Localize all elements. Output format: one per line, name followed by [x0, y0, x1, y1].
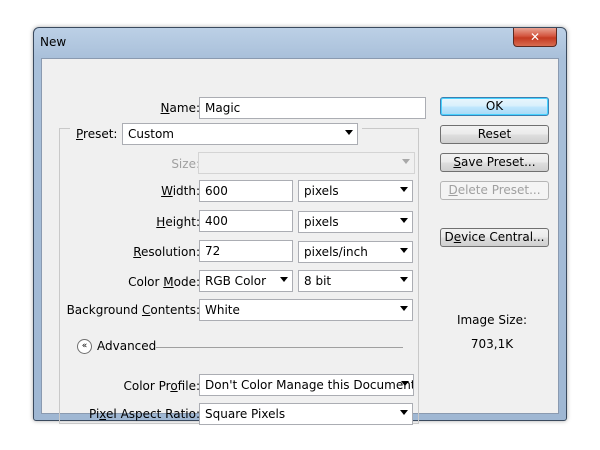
height-label: Height:: [156, 215, 200, 229]
chevron-down-icon: [400, 306, 408, 311]
close-button[interactable]: ✕: [513, 28, 557, 47]
chevron-down-icon: [400, 248, 408, 253]
preset-label: Preset:: [76, 127, 118, 141]
size-select: [198, 152, 415, 174]
color-profile-select[interactable]: Don't Color Manage this Document: [199, 374, 414, 396]
width-unit-select[interactable]: pixels: [298, 180, 413, 202]
chevron-down-icon: [400, 218, 408, 223]
chevron-down-icon: [400, 410, 408, 415]
device-central-button[interactable]: Device Central...: [440, 228, 549, 247]
color-profile-value: Don't Color Manage this Document: [205, 378, 414, 392]
width-label: Width:: [161, 184, 200, 198]
chevron-down-icon: [402, 159, 410, 164]
resolution-unit-value: pixels/inch: [304, 245, 368, 259]
color-mode-value: RGB Color: [205, 274, 267, 288]
color-mode-label: Color Mode:: [128, 275, 200, 289]
width-unit-value: pixels: [304, 184, 339, 198]
new-document-dialog: New ✕ Name: Magic Preset: Custom Size: W…: [33, 27, 567, 425]
close-icon: ✕: [529, 30, 541, 44]
resolution-unit-select[interactable]: pixels/inch: [298, 241, 413, 263]
bit-depth-select[interactable]: 8 bit: [298, 270, 413, 292]
image-size-label: Image Size:: [456, 313, 528, 327]
chevron-down-icon: [400, 277, 408, 282]
preset-value: Custom: [128, 127, 174, 141]
advanced-label[interactable]: Advanced: [97, 339, 156, 353]
window-title: New: [40, 35, 67, 49]
delete-preset-button: Delete Preset...: [440, 181, 549, 200]
resolution-input[interactable]: 72: [199, 240, 293, 262]
pixel-aspect-ratio-label: Pixel Aspect Ratio:: [88, 407, 200, 421]
background-contents-label: Background Contents:: [66, 303, 200, 317]
chevron-down-icon: [345, 130, 353, 135]
pixel-aspect-ratio-value: Square Pixels: [205, 407, 286, 421]
save-preset-button[interactable]: Save Preset...: [440, 153, 549, 172]
chevron-down-icon: [401, 381, 409, 386]
chevron-down-icon: [280, 277, 288, 282]
color-mode-select[interactable]: RGB Color: [199, 270, 293, 292]
color-profile-label: Color Profile:: [123, 379, 200, 393]
pixel-aspect-ratio-select[interactable]: Square Pixels: [199, 403, 413, 425]
image-size-value: 703,1K: [470, 337, 514, 351]
collapse-icon[interactable]: «: [77, 339, 92, 354]
background-contents-value: White: [205, 303, 240, 317]
reset-button[interactable]: Reset: [440, 125, 549, 144]
height-input[interactable]: 400: [199, 210, 293, 232]
name-label: Name:: [160, 101, 200, 115]
name-input[interactable]: Magic: [199, 97, 426, 119]
preset-select[interactable]: Custom: [122, 123, 358, 145]
height-unit-value: pixels: [304, 215, 339, 229]
ok-button[interactable]: OK: [440, 97, 549, 116]
advanced-separator: [156, 347, 403, 348]
size-label: Size:: [171, 157, 200, 171]
bit-depth-value: 8 bit: [304, 274, 332, 288]
resolution-label: Resolution:: [133, 245, 200, 259]
chevron-down-icon: [400, 187, 408, 192]
background-contents-select[interactable]: White: [199, 299, 413, 321]
height-unit-select[interactable]: pixels: [298, 211, 413, 233]
width-input[interactable]: 600: [199, 180, 293, 202]
dialog-body: Name: Magic Preset: Custom Size: Width: …: [41, 58, 559, 425]
